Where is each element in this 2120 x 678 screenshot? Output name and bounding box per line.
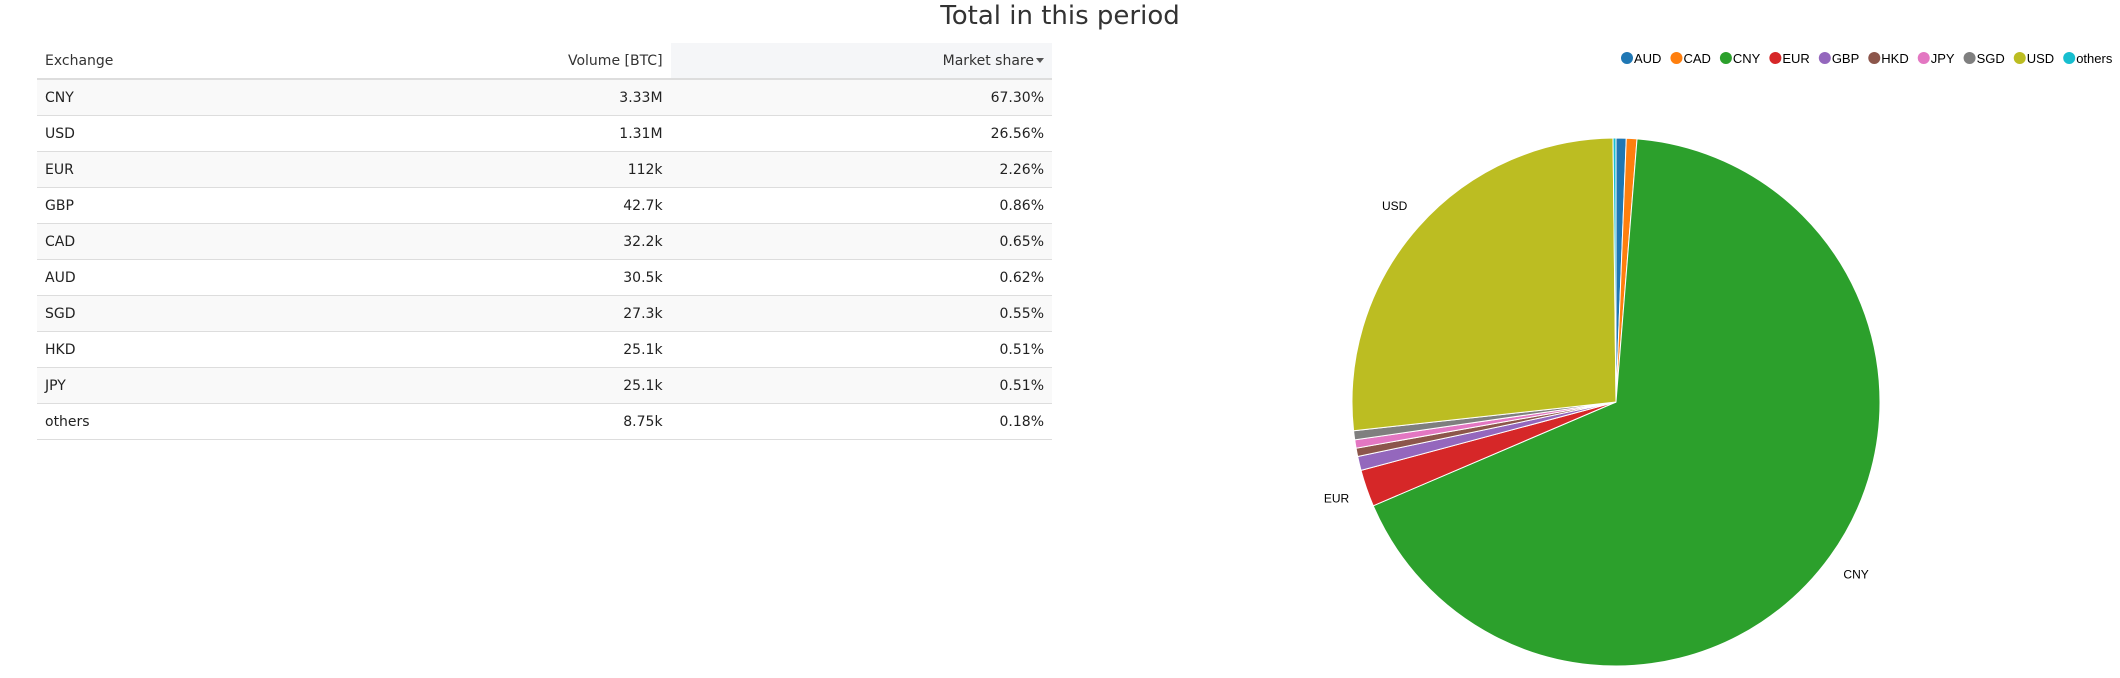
pie-chart: CNY EUR USD AUD CAD CNY EUR GBP HKD JPY SGD USD othe… xyxy=(1324,51,2113,667)
pie-slice-usd[interactable] xyxy=(1351,137,1617,432)
legend-marker-usd[interactable] xyxy=(2013,52,2026,64)
legend-marker-hkd[interactable] xyxy=(1868,52,1881,64)
slice-label-usd: USD xyxy=(1382,199,1408,213)
legend-marker-sgd[interactable] xyxy=(1963,52,1976,64)
legend-label-jpy[interactable]: JPY xyxy=(1931,51,1955,66)
legend-marker-eur[interactable] xyxy=(1769,52,1782,64)
legend-label-usd[interactable]: USD xyxy=(2027,51,2054,66)
legend-label-sgd[interactable]: SGD xyxy=(1977,51,2005,66)
legend-marker-aud[interactable] xyxy=(1621,52,1633,64)
slice-label-cny: CNY xyxy=(1843,568,1868,582)
legend-marker-gbp[interactable] xyxy=(1818,52,1831,64)
legend-marker-jpy[interactable] xyxy=(1917,52,1930,64)
legend-label-cad[interactable]: CAD xyxy=(1683,51,1710,66)
legend-label-eur[interactable]: EUR xyxy=(1782,51,1809,66)
legend-label-aud[interactable]: AUD xyxy=(1634,51,1661,66)
legend-marker-cny[interactable] xyxy=(1719,52,1732,64)
legend-label-others[interactable]: others xyxy=(2076,51,2113,66)
legend-label-gbp[interactable]: GBP xyxy=(1832,51,1859,66)
legend-marker-cad[interactable] xyxy=(1670,52,1683,64)
legend-label-cny[interactable]: CNY xyxy=(1733,51,1761,66)
legend-marker-others[interactable] xyxy=(2063,52,2076,64)
slice-label-eur: EUR xyxy=(1324,492,1350,506)
legend-label-hkd[interactable]: HKD xyxy=(1881,51,1908,66)
